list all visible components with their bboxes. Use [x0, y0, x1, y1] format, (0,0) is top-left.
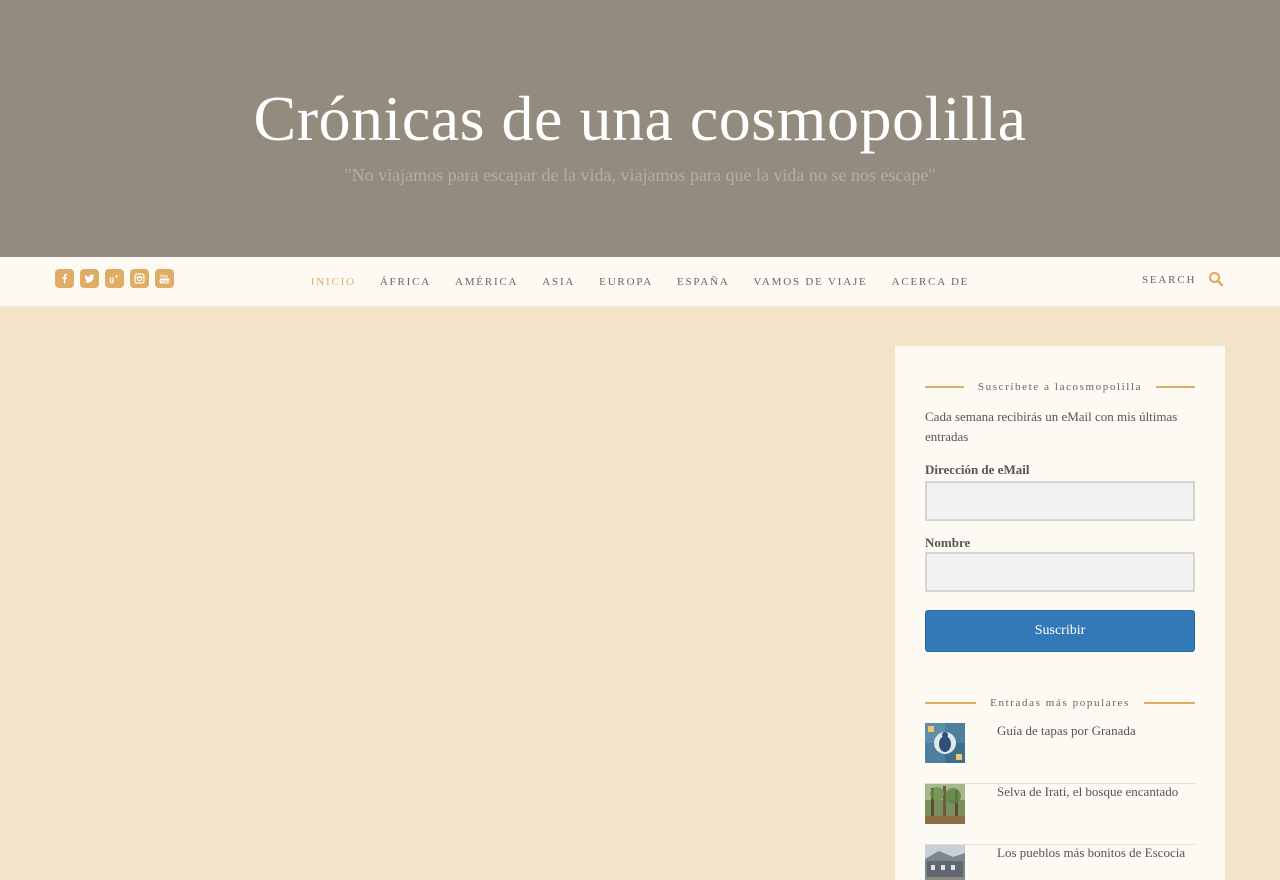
popular-widget-title: Entradas más populares — [925, 696, 1196, 710]
svg-text:g: g — [109, 275, 114, 284]
email-label: Dirección de eMail — [925, 462, 1030, 477]
popular-post-item[interactable]: Selva de Irati, el bosque encantado — [925, 784, 1195, 845]
popular-post-title[interactable]: Selva de Irati, el bosque encantado — [997, 784, 1178, 800]
menu-item-america[interactable]: AMÉRICA — [455, 276, 518, 288]
subscribe-title-text: Suscríbete a lacosmopolilla — [977, 381, 1143, 393]
menu-item-inicio[interactable]: INICIO — [311, 276, 356, 288]
post-thumbnail[interactable] — [925, 723, 965, 763]
menu-item-asia[interactable]: ASIA — [542, 276, 575, 288]
popular-title-text: Entradas más populares — [990, 697, 1130, 709]
subscribe-button[interactable]: Suscribir — [925, 610, 1195, 652]
instagram-icon[interactable] — [130, 269, 149, 288]
site-header: Crónicas de una cosmopolilla "No viajamo… — [0, 0, 1280, 257]
svg-text:Tube: Tube — [160, 279, 170, 284]
svg-text:+: + — [115, 274, 119, 281]
menu-item-acerca-de[interactable]: ACERCA DE — [892, 276, 970, 288]
google-plus-icon[interactable]: g + — [105, 269, 124, 288]
popular-post-item[interactable]: Los pueblos más bonitos de Escocia — [925, 845, 1195, 880]
menu-item-vamos-de-viaje[interactable]: VAMOS DE VIAJE — [754, 276, 868, 288]
twitter-icon[interactable] — [80, 269, 99, 288]
name-field[interactable] — [925, 552, 1195, 592]
popular-post-title[interactable]: Guía de tapas por Granada — [997, 723, 1136, 739]
menu-item-africa[interactable]: ÁFRICA — [380, 276, 431, 288]
search-icon[interactable] — [1208, 271, 1224, 287]
site-tagline: "No viajamos para escapar de la vida, vi… — [344, 165, 936, 185]
post-thumbnail[interactable] — [925, 845, 965, 880]
youtube-icon[interactable]: You Tube — [155, 269, 174, 288]
email-field[interactable] — [925, 481, 1195, 521]
name-label: Nombre — [925, 535, 971, 550]
main-menu: INICIO ÁFRICA AMÉRICA ASIA EUROPA ESPAÑA… — [0, 257, 1280, 306]
navigation-bar: g + You Tube INICIO ÁFRICA AMÉRICA ASIA EU… — [0, 257, 1280, 306]
site-title[interactable]: Crónicas de una cosmopolilla — [0, 82, 1280, 156]
post-thumbnail[interactable] — [925, 784, 965, 824]
subscribe-description: Cada semana recibirás un eMail con mis ú… — [925, 409, 1178, 444]
subscribe-widget-title: Suscríbete a lacosmopolilla — [925, 380, 1196, 394]
popular-post-item[interactable]: Guía de tapas por Granada — [925, 723, 1195, 784]
facebook-icon[interactable] — [55, 269, 74, 288]
search-label[interactable]: SEARCH — [1142, 274, 1196, 286]
menu-item-espana[interactable]: ESPAÑA — [677, 276, 730, 288]
social-links: g + You Tube — [55, 269, 174, 288]
popular-post-title[interactable]: Los pueblos más bonitos de Escocia — [997, 845, 1185, 861]
menu-item-europa[interactable]: EUROPA — [599, 276, 653, 288]
sidebar: Suscríbete a lacosmopolilla Cada semana … — [895, 346, 1225, 880]
